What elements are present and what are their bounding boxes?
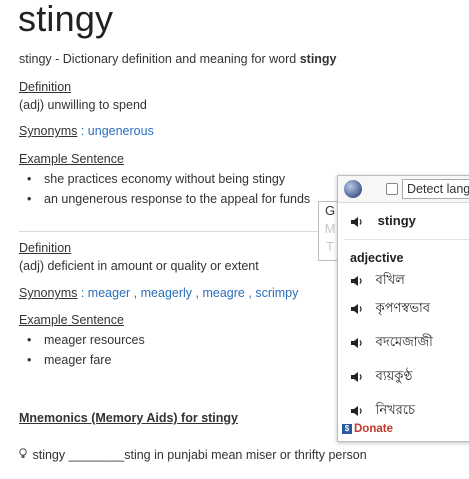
synonym-link[interactable]: meager: [88, 286, 130, 300]
lightbulb-icon: [19, 448, 29, 462]
synonym-link[interactable]: meagerly: [141, 286, 192, 300]
synonym-link[interactable]: ungenerous: [88, 124, 154, 138]
example-item: an ungenerous response to the appeal for…: [27, 189, 310, 209]
popup-word: stingy: [377, 213, 416, 228]
synonyms-label: Synonyms: [19, 286, 78, 300]
synonyms-label: Synonyms: [19, 124, 78, 138]
translator-popup: Detect lang stingy adjective বখিল কৃপণস্…: [337, 175, 469, 442]
donate-link[interactable]: $ Donate: [342, 423, 393, 435]
popup-divider: [344, 239, 469, 240]
detect-checkbox[interactable]: [386, 183, 398, 195]
globe-icon[interactable]: [344, 180, 362, 198]
page-title: stingy: [18, 0, 114, 39]
intro-prefix: stingy - Dictionary definition and meani…: [19, 52, 300, 66]
translation-item: ব্যয়কুণ্ঠ: [350, 367, 412, 388]
speaker-icon[interactable]: [350, 337, 364, 349]
definition-heading: Definition: [19, 80, 72, 94]
popup-word-row: stingy: [350, 213, 416, 228]
synonym-link[interactable]: meagre: [202, 286, 244, 300]
definition-heading: Definition: [19, 241, 72, 255]
translation-item: কৃপণস্বভাব: [350, 299, 430, 320]
translation-item: নিখরচে: [350, 401, 415, 422]
speaker-icon[interactable]: [350, 371, 364, 383]
definition-text: (adj) deficient in amount or quality or …: [19, 259, 259, 273]
intro-text: stingy - Dictionary definition and meani…: [19, 52, 337, 66]
speaker-icon[interactable]: [350, 216, 364, 228]
speaker-icon[interactable]: [350, 303, 364, 315]
popup-header: Detect lang: [338, 176, 469, 203]
synonyms-row: Synonyms : meager , meagerly , meagre , …: [19, 286, 299, 300]
intro-word: stingy: [299, 52, 337, 66]
speaker-icon[interactable]: [350, 405, 364, 417]
speaker-icon[interactable]: [350, 275, 364, 287]
synonym-link[interactable]: scrimpy: [255, 286, 298, 300]
synonyms-row: Synonyms : ungenerous: [19, 124, 154, 138]
example-item: meager fare: [27, 350, 145, 370]
example-heading: Example Sentence: [19, 313, 124, 327]
mnemonic-text: stingy ________sting in punjabi mean mis…: [32, 448, 367, 462]
example-item: meager resources: [27, 330, 145, 350]
translation-item: বদমেজাজী: [350, 333, 433, 354]
detect-language-select[interactable]: Detect lang: [402, 179, 469, 199]
example-item: she practices economy without being stin…: [27, 169, 310, 189]
part-of-speech: adjective: [350, 251, 404, 265]
mnemonics-heading: Mnemonics (Memory Aids) for stingy: [19, 411, 239, 425]
mnemonic-item: stingy ________sting in punjabi mean mis…: [19, 448, 367, 462]
example-list: meager resources meager fare: [19, 330, 145, 370]
translation-item: বখিল: [350, 271, 405, 292]
donate-icon: $: [342, 423, 352, 434]
definition-text: (adj) unwilling to spend: [19, 98, 147, 112]
example-list: she practices economy without being stin…: [19, 169, 310, 209]
example-heading: Example Sentence: [19, 152, 124, 166]
